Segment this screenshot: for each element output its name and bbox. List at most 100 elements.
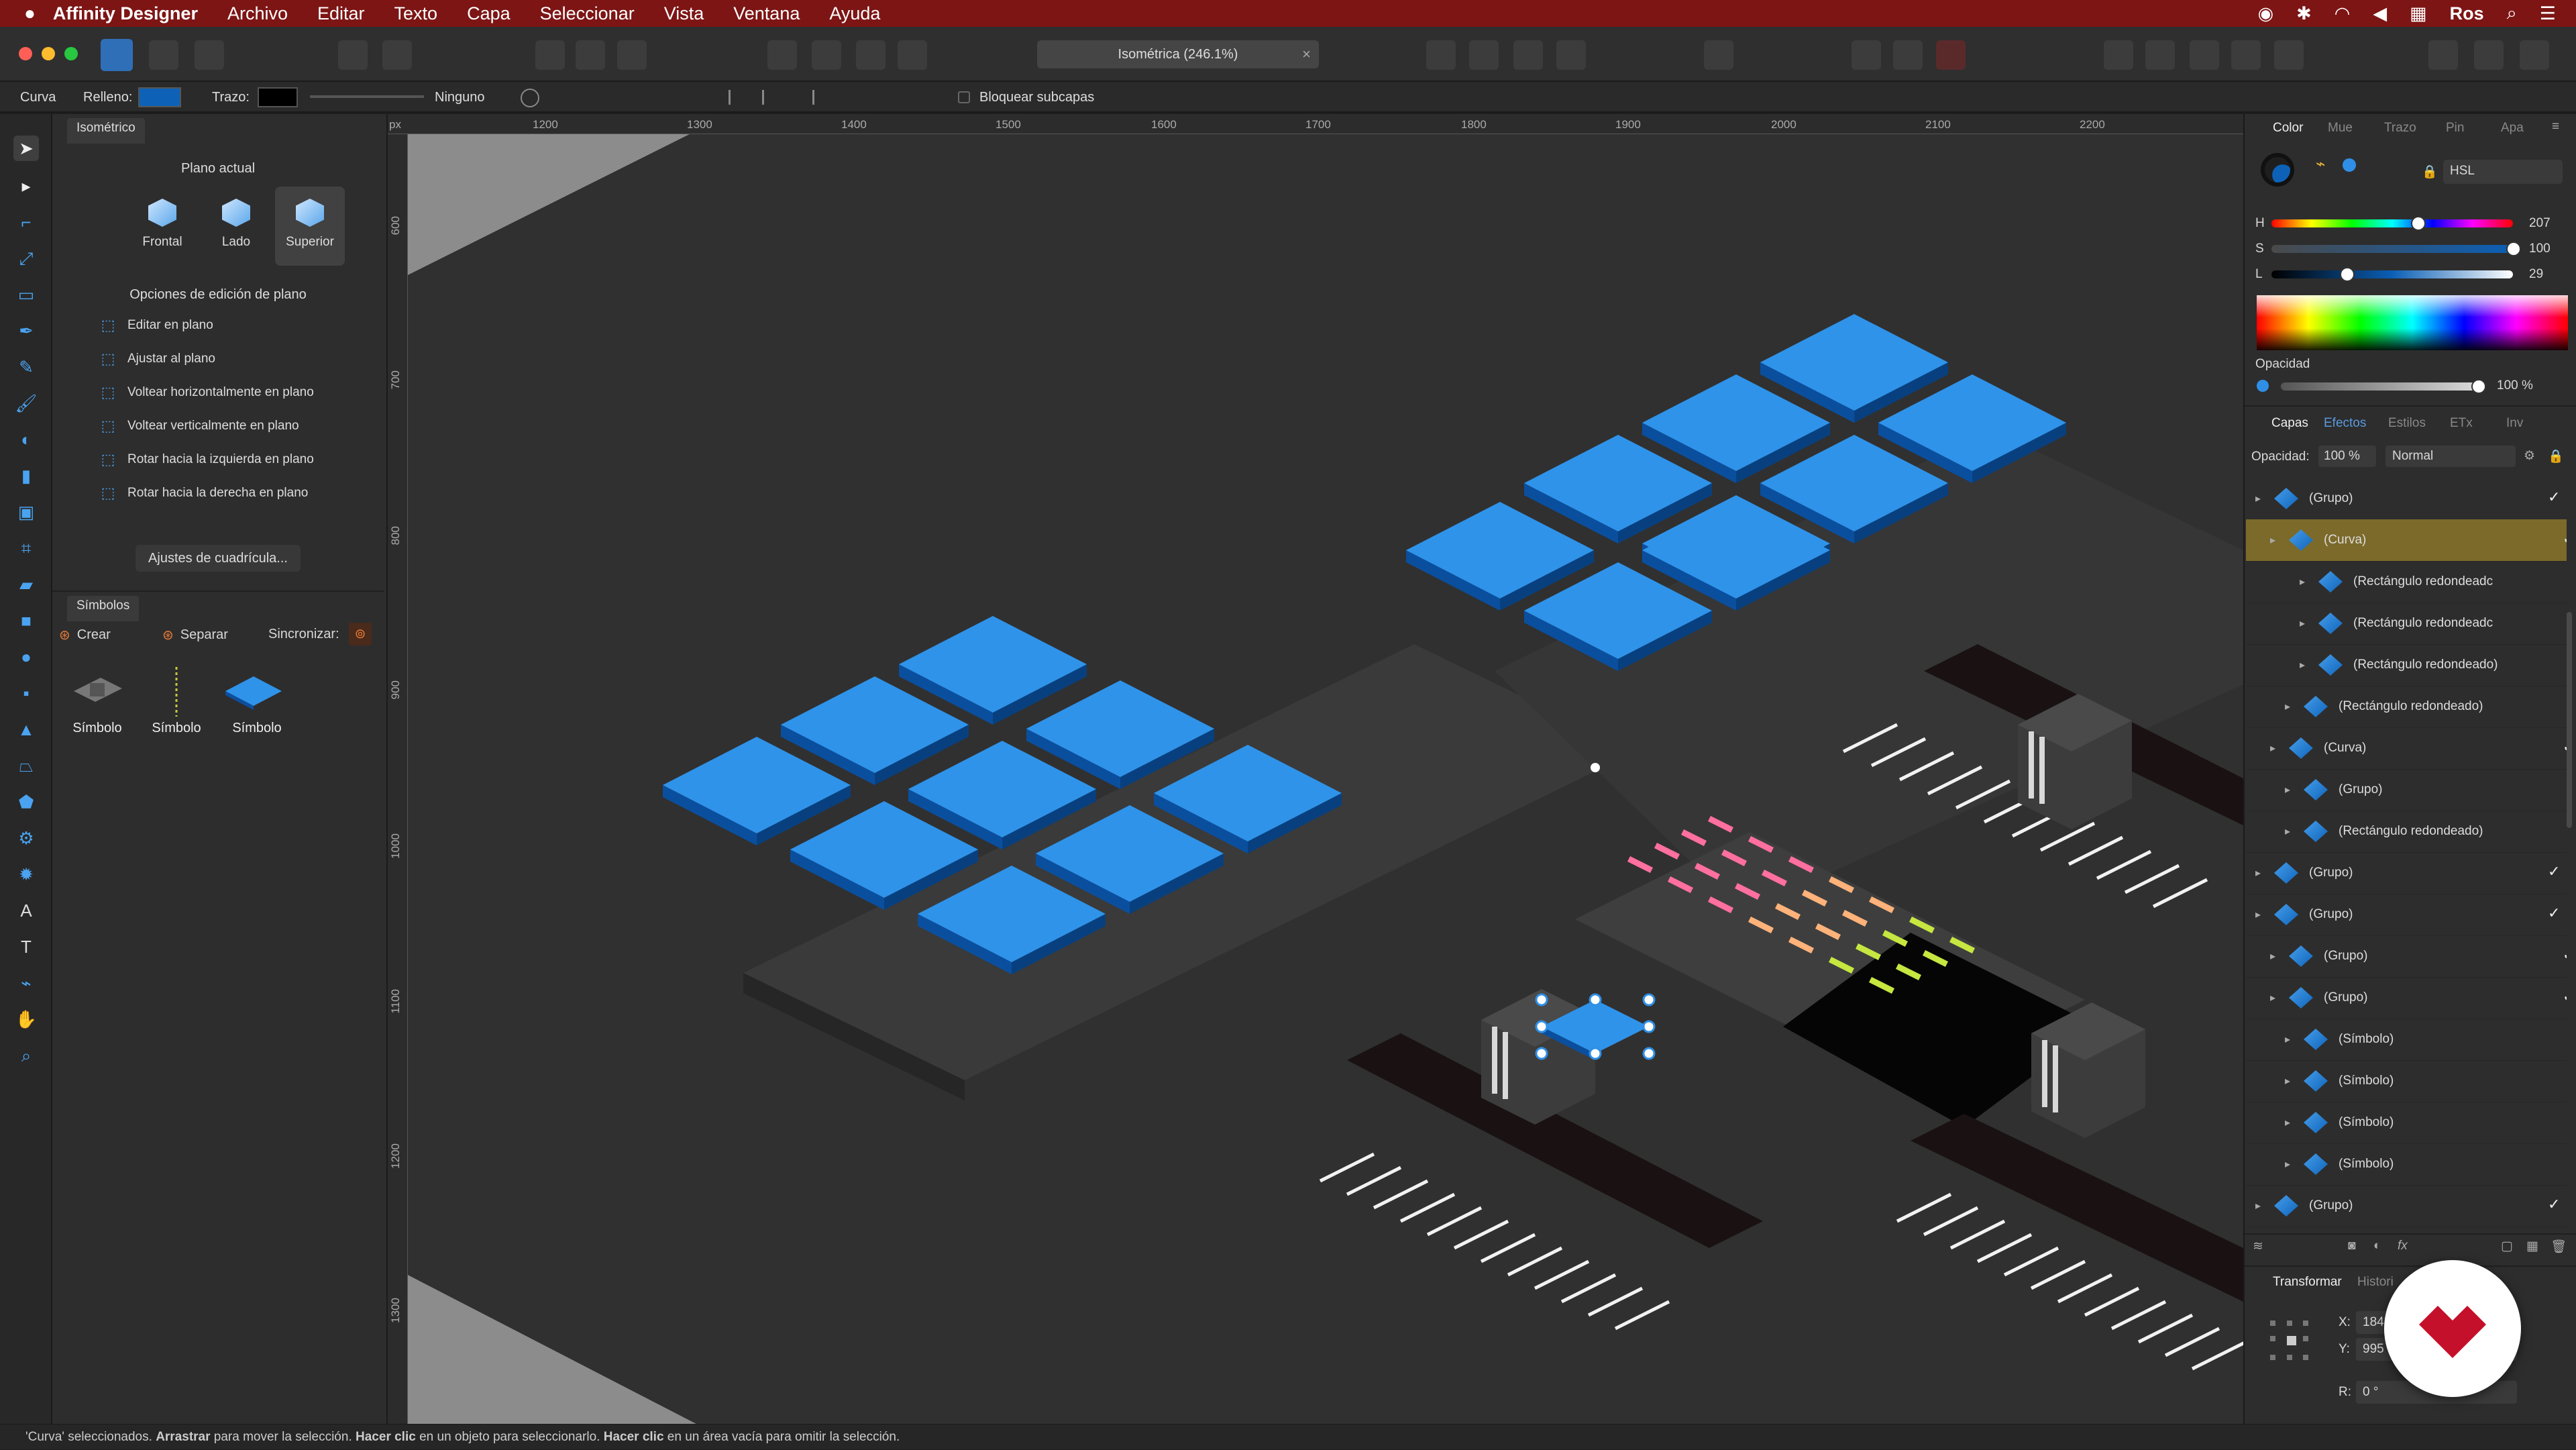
- color-spectrum[interactable]: [2257, 295, 2568, 350]
- arrange-1-icon[interactable]: [2428, 40, 2458, 70]
- flip-horizontal-icon[interactable]: [1426, 40, 1456, 70]
- export-persona-icon[interactable]: [195, 40, 224, 70]
- visibility-checkbox[interactable]: ✓: [2548, 1197, 2563, 1212]
- expand-arrow-icon[interactable]: ▸: [2300, 575, 2313, 588]
- magnet-icon[interactable]: [1936, 40, 1966, 70]
- layer-row[interactable]: ▸(Grupo)✓: [2246, 1185, 2567, 1227]
- expand-arrow-icon[interactable]: ▸: [2285, 825, 2298, 838]
- anchor-dot[interactable]: [2270, 1320, 2275, 1326]
- panel-menu-icon[interactable]: ≡: [2552, 119, 2559, 134]
- ellipse-tool-icon[interactable]: ●: [13, 644, 39, 670]
- tab-brushes[interactable]: Pin: [2446, 121, 2464, 136]
- boolean-divide-icon[interactable]: [2274, 40, 2304, 70]
- option-fit-to-plane[interactable]: ⬚ Ajustar al plano: [99, 350, 215, 368]
- arrange-3-icon[interactable]: [2520, 40, 2549, 70]
- tab-swatches[interactable]: Mue: [2328, 121, 2353, 136]
- stroke-style-value[interactable]: Ninguno: [435, 90, 485, 105]
- layer-row[interactable]: ▸(Rectángulo redondeado)✓: [2246, 811, 2567, 853]
- zoom-tool-icon[interactable]: ⌕: [13, 1043, 39, 1068]
- shape-tool-icon[interactable]: ▰: [13, 572, 39, 597]
- option-flip-horizontal[interactable]: ⬚ Voltear horizontalmente en plano: [99, 384, 314, 401]
- visibility-checkbox[interactable]: ✓: [2548, 864, 2563, 879]
- fill-stroke-swatch[interactable]: [2261, 153, 2294, 187]
- mask-icon[interactable]: ◙: [2348, 1239, 2355, 1253]
- menu-editar[interactable]: Editar: [317, 3, 365, 24]
- boolean-xor-icon[interactable]: [2231, 40, 2261, 70]
- view-mode-2-icon[interactable]: [576, 40, 605, 70]
- delete-layer-icon[interactable]: 🗑: [2551, 1239, 2567, 1255]
- s-value[interactable]: 100: [2529, 242, 2551, 256]
- anchor-dot[interactable]: [2286, 1320, 2292, 1326]
- wifi-icon[interactable]: ◠: [2334, 3, 2351, 24]
- expand-arrow-icon[interactable]: ▸: [2300, 617, 2313, 630]
- calendar-icon[interactable]: ▦: [2410, 3, 2427, 24]
- control-center-icon[interactable]: ☰: [2540, 3, 2556, 24]
- expand-arrow-icon[interactable]: ▸: [2300, 658, 2313, 672]
- layers-scrollbar[interactable]: [2567, 612, 2572, 828]
- rectangle-tool-icon[interactable]: ■: [13, 608, 39, 633]
- snapping-icon[interactable]: [382, 40, 412, 70]
- saturation-slider[interactable]: [2271, 242, 2521, 256]
- layer-row[interactable]: ▸(Grupo)✓: [2246, 977, 2567, 1019]
- boolean-subtract-icon[interactable]: [2145, 40, 2175, 70]
- visibility-checkbox[interactable]: ✓: [2563, 947, 2567, 962]
- symbols-detach-button[interactable]: ⊛ Separar: [162, 623, 243, 647]
- blend-mode-select[interactable]: Normal: [2385, 446, 2516, 467]
- transform-origin-icon[interactable]: [521, 89, 539, 107]
- star-tool-icon[interactable]: ✹: [13, 862, 39, 887]
- corner-tool-icon[interactable]: ⌐: [13, 209, 39, 235]
- anchor-dot[interactable]: [2303, 1335, 2309, 1341]
- layer-row[interactable]: ▸(Rectángulo redondeado)✓: [2246, 644, 2567, 686]
- anchor-dot[interactable]: [2286, 1355, 2292, 1361]
- layer-row[interactable]: ▸(Grupo)✓: [2246, 935, 2567, 978]
- layer-row[interactable]: ▸(Grupo)✓: [2246, 852, 2567, 894]
- expand-arrow-icon[interactable]: ▸: [2285, 700, 2298, 713]
- snap-options-icon[interactable]: [1893, 40, 1923, 70]
- grid-icon[interactable]: [1851, 40, 1881, 70]
- search-icon[interactable]: ⌕: [2507, 3, 2517, 24]
- boolean-add-icon[interactable]: [2104, 40, 2133, 70]
- zoom-window-button[interactable]: [64, 47, 78, 60]
- flip-vertical-icon[interactable]: [1469, 40, 1499, 70]
- symbol-1-thumbnail[interactable]: [60, 664, 134, 718]
- anchor-selector[interactable]: [2265, 1315, 2318, 1369]
- option-flip-vertical[interactable]: ⬚ Voltear verticalmente en plano: [99, 417, 299, 435]
- stroke-swatch[interactable]: [258, 87, 298, 107]
- adjustment-icon[interactable]: ◐: [2373, 1239, 2381, 1253]
- anchor-dot-center[interactable]: [2286, 1335, 2296, 1345]
- tab-stroke[interactable]: Trazo: [2384, 121, 2416, 136]
- record-icon[interactable]: ◉: [2258, 3, 2274, 24]
- expand-arrow-icon[interactable]: ▸: [2285, 1074, 2298, 1088]
- order-down-icon[interactable]: [898, 40, 927, 70]
- menu-seleccionar[interactable]: Seleccionar: [540, 3, 635, 24]
- option-rotate-right[interactable]: ⬚ Rotar hacia la derecha en plano: [99, 484, 309, 502]
- expand-arrow-icon[interactable]: ▸: [2255, 492, 2269, 505]
- menu-vista[interactable]: Vista: [664, 3, 704, 24]
- sync-toggle-icon[interactable]: ⊚: [349, 623, 372, 645]
- align-right-icon[interactable]: [796, 90, 814, 105]
- new-layer-icon[interactable]: ▢: [2501, 1239, 2513, 1254]
- l-value[interactable]: 29: [2529, 267, 2543, 282]
- symbols-create-button[interactable]: ⊛ Crear: [59, 623, 126, 647]
- isometric-illustration[interactable]: [408, 134, 2243, 1424]
- point-transform-icon[interactable]: ⤢: [13, 246, 39, 271]
- menu-texto[interactable]: Texto: [394, 3, 438, 24]
- layer-row[interactable]: ▸(Rectángulo redondeadcfx✓: [2246, 603, 2567, 645]
- app-name[interactable]: Affinity Designer: [53, 3, 198, 24]
- menu-capa[interactable]: Capa: [467, 3, 511, 24]
- polygon-tool-icon[interactable]: ⬟: [13, 789, 39, 815]
- crop-tool-icon[interactable]: ⌗: [13, 535, 39, 561]
- visibility-checkbox[interactable]: ✓: [2563, 531, 2567, 546]
- trapezoid-tool-icon[interactable]: ⏢: [13, 753, 39, 778]
- symbol-3-thumbnail[interactable]: [213, 664, 294, 718]
- boolean-intersect-icon[interactable]: [2190, 40, 2219, 70]
- anchor-dot[interactable]: [2303, 1320, 2309, 1326]
- volume-icon[interactable]: ◀: [2373, 3, 2387, 24]
- lock-layer-icon[interactable]: 🔒: [2548, 448, 2564, 464]
- fill-swatch[interactable]: [138, 87, 181, 107]
- tab-transform[interactable]: Transformar: [2273, 1275, 2342, 1290]
- layer-row[interactable]: ▸(Grupo)✓: [2246, 894, 2567, 936]
- move-tool-icon[interactable]: ➤: [13, 136, 39, 161]
- layer-row[interactable]: ▸(Grupo)✓: [2246, 769, 2567, 811]
- brush-tool-icon[interactable]: 🖌: [13, 391, 39, 416]
